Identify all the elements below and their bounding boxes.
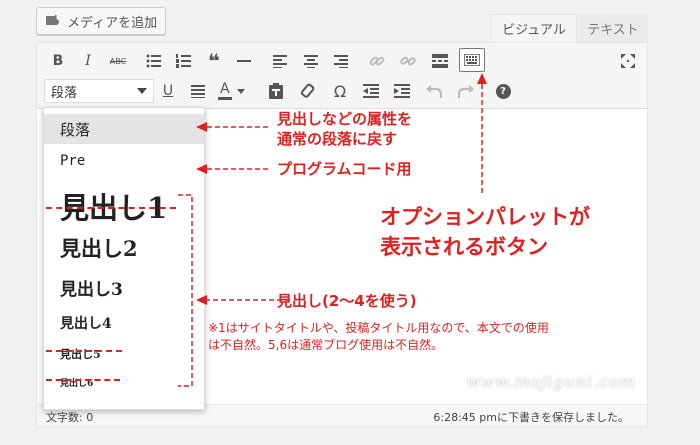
add-media-label: メディアを追加 bbox=[67, 15, 158, 31]
text-color-icon[interactable]: A bbox=[218, 79, 254, 103]
format-dropdown-menu: 段落 Pre 見出し1 見出し2 見出し3 見出し4 見出し5 見出し6 bbox=[43, 107, 205, 410]
read-more-icon[interactable] bbox=[428, 49, 452, 73]
format-option-heading-5[interactable]: 見出し5 bbox=[44, 342, 204, 366]
annotation-paragraph-line2: 通常の段落に戻す bbox=[277, 130, 398, 148]
chevron-down-icon bbox=[137, 88, 147, 94]
link-icon[interactable] bbox=[365, 49, 389, 73]
word-count: 文字数: 0 bbox=[46, 411, 94, 424]
fullscreen-icon[interactable] bbox=[616, 49, 640, 73]
strike-heading-6 bbox=[46, 379, 120, 381]
annotation-heading-detail-line1: ※1はサイトタイトルや、投稿タイトル用なので、本文での使用 bbox=[208, 321, 549, 335]
special-character-icon[interactable]: Ω bbox=[328, 79, 352, 103]
redo-icon[interactable] bbox=[454, 79, 478, 103]
annotation-palette-line2: 表示されるボタン bbox=[380, 235, 548, 259]
watermark: www.mojiguni.com bbox=[466, 372, 636, 391]
annotation-heading-detail-line2: は不自然。5,6は通常ブログ使用は不自然。 bbox=[208, 338, 444, 352]
editor-toolbar: B I ABC ❝ 段落 U A Ω ? bbox=[37, 43, 647, 109]
add-media-button[interactable]: メディアを追加 bbox=[36, 7, 166, 35]
justify-icon[interactable] bbox=[186, 79, 210, 103]
undo-icon[interactable] bbox=[422, 79, 446, 103]
strikethrough-icon[interactable]: ABC bbox=[106, 49, 130, 73]
numbered-list-icon[interactable] bbox=[172, 49, 196, 73]
format-option-heading-6[interactable]: 見出し6 bbox=[44, 370, 204, 394]
align-right-icon[interactable] bbox=[329, 49, 353, 73]
annotation-palette-line1: オプションパレットが bbox=[380, 205, 590, 229]
annotation-paragraph-line1: 見出しなどの属性を bbox=[277, 110, 413, 128]
align-center-icon[interactable] bbox=[299, 49, 323, 73]
draft-saved-status: 6:28:45 pmに下書きを保存しました。 bbox=[433, 411, 629, 424]
format-select[interactable]: 段落 bbox=[44, 79, 154, 103]
italic-icon[interactable]: I bbox=[76, 49, 100, 73]
underline-icon[interactable]: U bbox=[156, 79, 180, 103]
horizontal-rule-icon[interactable] bbox=[232, 49, 256, 73]
format-option-heading-4[interactable]: 見出し4 bbox=[44, 308, 204, 338]
format-option-paragraph[interactable]: 段落 bbox=[44, 114, 204, 144]
format-option-heading-3[interactable]: 見出し3 bbox=[44, 271, 204, 303]
tab-visual[interactable]: ビジュアル bbox=[491, 14, 577, 42]
media-icon bbox=[45, 14, 61, 28]
format-option-heading-1[interactable]: 見出し1 bbox=[44, 184, 204, 228]
outdent-icon[interactable] bbox=[359, 79, 383, 103]
tab-text[interactable]: テキスト bbox=[578, 14, 648, 42]
bold-icon[interactable]: B bbox=[46, 49, 70, 73]
blockquote-icon[interactable]: ❝ bbox=[202, 49, 226, 73]
format-option-heading-2[interactable]: 見出し2 bbox=[44, 230, 204, 266]
clear-formatting-icon[interactable] bbox=[296, 79, 320, 103]
bullet-list-icon[interactable] bbox=[142, 49, 166, 73]
toolbar-toggle-icon[interactable] bbox=[459, 48, 485, 72]
annotation-pre: プログラムコード用 bbox=[277, 160, 412, 178]
help-glyph: ? bbox=[495, 83, 511, 99]
chevron-down-icon bbox=[236, 88, 245, 94]
help-icon[interactable]: ? bbox=[491, 79, 515, 103]
strike-heading-1 bbox=[46, 207, 176, 209]
align-left-icon[interactable] bbox=[268, 49, 292, 73]
unlink-icon[interactable] bbox=[396, 49, 420, 73]
text-color-glyph: A bbox=[218, 82, 232, 100]
strike-heading-5 bbox=[46, 350, 122, 352]
format-select-value: 段落 bbox=[51, 85, 78, 101]
indent-icon[interactable] bbox=[390, 79, 414, 103]
format-option-pre[interactable]: Pre bbox=[44, 146, 204, 176]
paste-text-icon[interactable] bbox=[264, 79, 288, 103]
annotation-heading: 見出し(2〜4を使う) bbox=[277, 292, 417, 310]
